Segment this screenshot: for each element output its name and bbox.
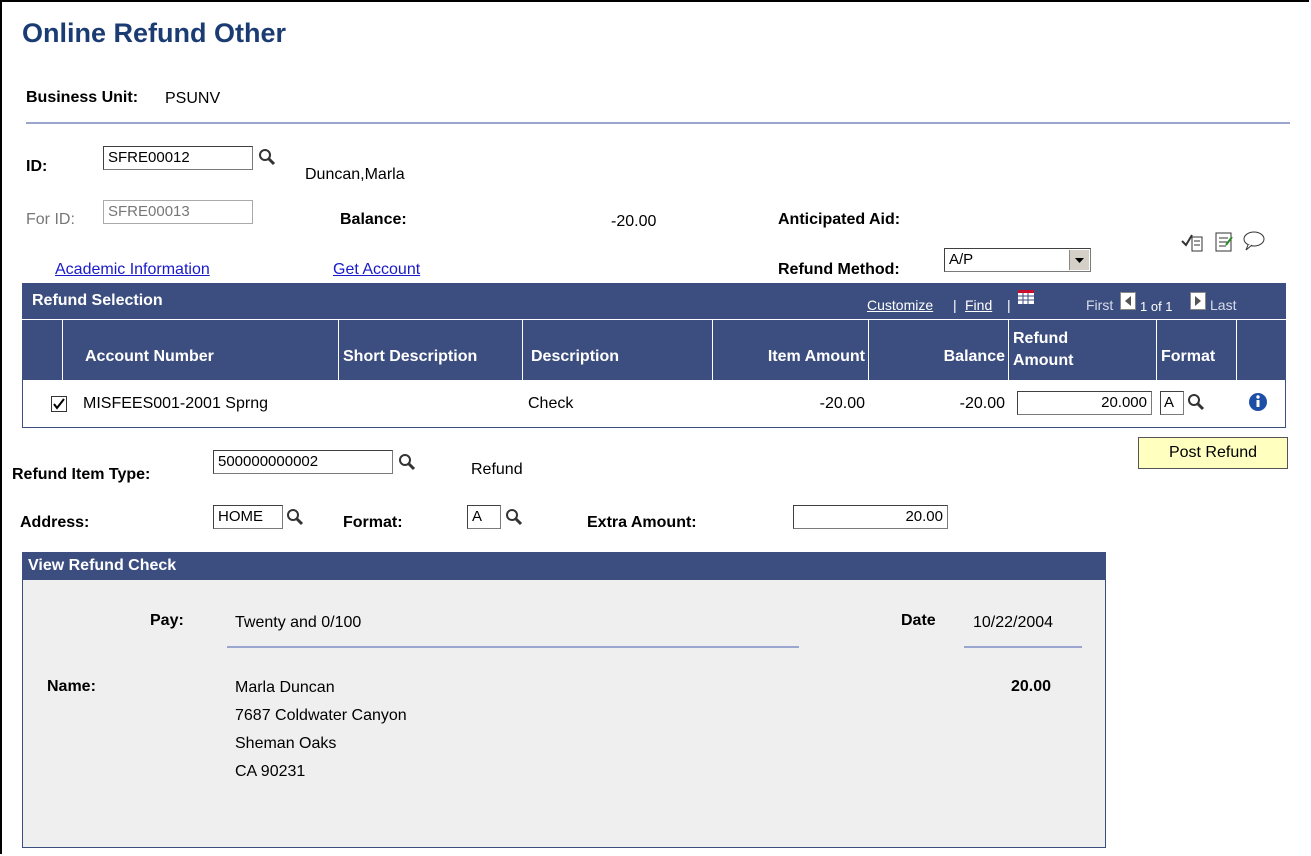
for-id-input: SFRE00013: [103, 200, 253, 224]
row-refund-amount-input[interactable]: 20.000: [1017, 391, 1152, 415]
address-label: Address:: [20, 514, 90, 531]
address-input[interactable]: HOME: [213, 505, 283, 529]
date-underline: [964, 646, 1082, 648]
pay-underline: [227, 646, 799, 648]
address-line-3: Sheman Oaks: [235, 735, 337, 752]
col-account-number-label: Account Number: [85, 348, 214, 365]
for-id-label: For ID:: [26, 211, 75, 228]
col-short-description[interactable]: Short Description: [338, 320, 522, 380]
col-balance[interactable]: Balance: [868, 320, 1008, 380]
pay-label: Pay:: [150, 612, 184, 629]
format-label: Format:: [343, 514, 403, 531]
search-icon[interactable]: [285, 507, 305, 527]
search-icon[interactable]: [504, 507, 524, 527]
row-format-input[interactable]: A: [1160, 391, 1184, 415]
first-label: First: [1086, 297, 1114, 313]
search-icon[interactable]: [397, 452, 417, 472]
get-account-link[interactable]: Get Account: [333, 261, 420, 279]
pay-value: Twenty and 0/100: [235, 614, 362, 631]
col-refund-amount-label-1: Refund: [1013, 330, 1069, 347]
grid-column-headers: Account Number Short Description Descrip…: [22, 320, 1286, 380]
col-refund-amount-label-2: Amount: [1013, 352, 1074, 369]
refund-method-label: Refund Method:: [778, 261, 900, 278]
header-divider: [26, 122, 1290, 124]
row-account-number: MISFEES001-2001 Sprng: [83, 395, 268, 412]
address-line-4: CA 90231: [235, 763, 306, 780]
find-link[interactable]: Find: [965, 297, 992, 313]
search-icon[interactable]: [257, 147, 277, 167]
address-line-2: 7687 Coldwater Canyon: [235, 707, 407, 724]
refund-item-type-label: Refund Item Type:: [12, 466, 151, 483]
notepad-icon[interactable]: [1214, 231, 1234, 253]
table-row: MISFEES001-2001 Sprng Check -20.00 -20.0…: [22, 380, 1286, 428]
col-short-description-label: Short Description: [343, 348, 478, 365]
name-label: Name:: [47, 678, 96, 695]
row-select-checkbox[interactable]: [51, 396, 67, 412]
date-label: Date: [901, 612, 936, 629]
col-format[interactable]: Format: [1156, 320, 1236, 380]
col-item-amount-label: Item Amount: [767, 348, 865, 365]
col-description-label: Description: [531, 348, 620, 365]
grid-separator-2: |: [1007, 297, 1011, 313]
academic-information-link[interactable]: Academic Information: [55, 261, 210, 279]
extra-amount-label: Extra Amount:: [587, 514, 697, 531]
col-balance-label: Balance: [943, 348, 1005, 365]
balance-label: Balance:: [340, 211, 407, 228]
grid-title: Refund Selection: [32, 292, 163, 309]
row-description: Check: [528, 395, 574, 412]
page-title: Online Refund Other: [22, 18, 287, 48]
col-description[interactable]: Description: [522, 320, 712, 380]
col-refund-amount[interactable]: Refund Amount: [1008, 320, 1156, 380]
refund-selection-grid-header: Refund Selection Customize | Find | Firs…: [22, 283, 1286, 319]
business-unit-value: PSUNV: [165, 90, 221, 107]
last-arrow-icon[interactable]: [1190, 292, 1206, 310]
address-line-1: Marla Duncan: [235, 679, 335, 696]
refund-method-value: A/P: [949, 251, 974, 268]
comment-icon[interactable]: [1241, 230, 1267, 252]
id-input[interactable]: SFRE00012: [103, 146, 253, 170]
row-item-amount: -20.00: [819, 395, 865, 412]
col-account-number[interactable]: Account Number: [62, 320, 338, 380]
info-icon[interactable]: [1248, 392, 1268, 412]
customize-link[interactable]: Customize: [867, 297, 933, 313]
format-input[interactable]: A: [467, 505, 501, 529]
business-unit-label: Business Unit:: [26, 89, 139, 106]
check-amount: 20.00: [1011, 678, 1052, 695]
refund-item-type-input[interactable]: 500000000002: [213, 450, 393, 474]
grid-view-icon[interactable]: [1017, 289, 1035, 305]
refund-method-select[interactable]: A/P: [944, 248, 1091, 272]
id-label: ID:: [26, 158, 48, 175]
dropdown-arrow-icon[interactable]: [1069, 250, 1089, 270]
col-format-label: Format: [1161, 348, 1216, 365]
balance-value: -20.00: [611, 213, 657, 230]
last-label: Last: [1210, 297, 1237, 313]
checklist-icon[interactable]: [1180, 231, 1204, 253]
search-icon[interactable]: [1186, 392, 1206, 412]
post-refund-button[interactable]: Post Refund: [1138, 437, 1288, 469]
refund-item-type-desc: Refund: [471, 461, 523, 478]
first-arrow-icon[interactable]: [1120, 292, 1136, 310]
extra-amount-input[interactable]: 20.00: [793, 505, 948, 529]
page-info: 1 of 1: [1140, 299, 1173, 314]
date-value: 10/22/2004: [973, 614, 1054, 631]
col-info: [1236, 320, 1286, 380]
anticipated-aid-label: Anticipated Aid:: [778, 211, 901, 228]
col-item-amount[interactable]: Item Amount: [712, 320, 868, 380]
view-refund-check-header: View Refund Check: [22, 552, 1106, 580]
view-refund-check-panel: Pay: Twenty and 0/100 Date 10/22/2004 Na…: [22, 580, 1106, 848]
row-balance: -20.00: [959, 395, 1005, 412]
student-name: Duncan,Marla: [305, 166, 405, 183]
grid-separator: |: [953, 297, 957, 313]
